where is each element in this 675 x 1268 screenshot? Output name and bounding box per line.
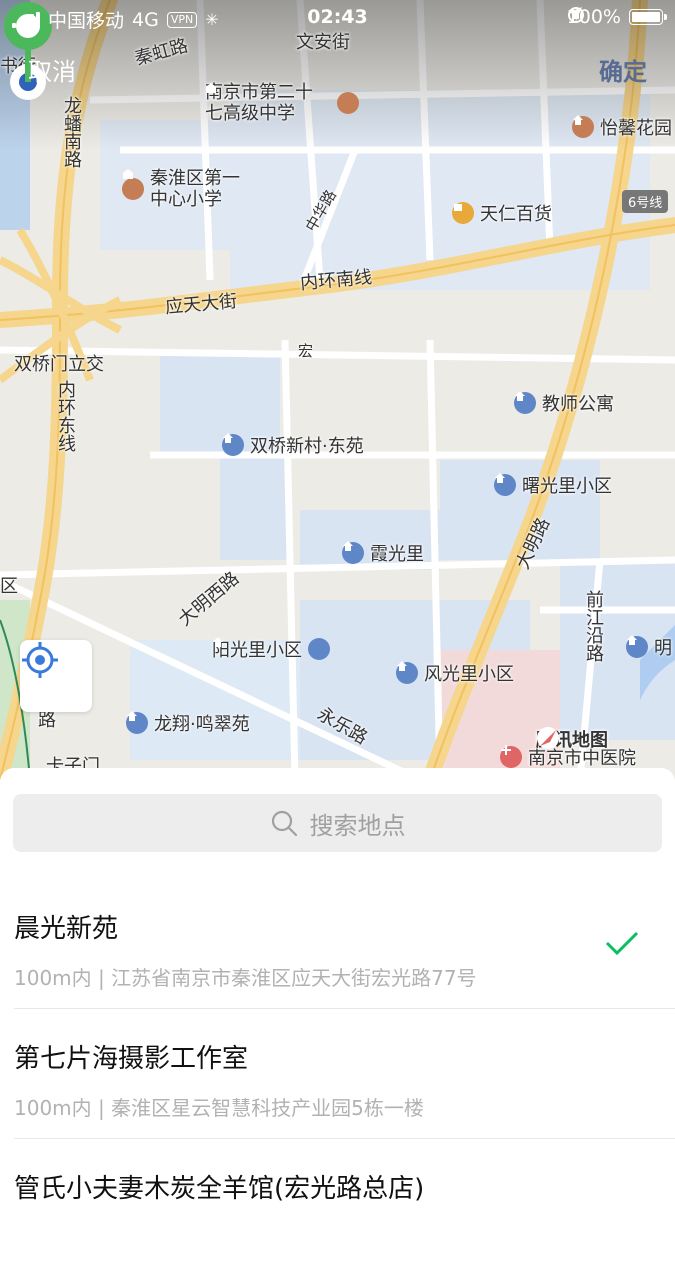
- location-name: 晨光新苑: [14, 914, 119, 944]
- school-icon: [122, 169, 144, 200]
- location-result-item[interactable]: 晨光新苑 100m内 | 江苏省南京市秦淮区应天大街宏光路77号: [0, 878, 675, 1008]
- house-icon: [626, 635, 648, 658]
- map-view[interactable]: 秦虹路 文安街 龙蟠南路 中华路 应天大街 内环南线 双桥门立交 内环东线 大明…: [0, 0, 675, 780]
- metro-line-badge: 6号线: [622, 190, 669, 213]
- checkmark-icon: [605, 931, 639, 956]
- road-label: 宏: [298, 342, 314, 360]
- search-placeholder: 搜索地点: [309, 811, 406, 840]
- road-label: 双桥门立交: [14, 354, 104, 375]
- road-label: 区: [0, 576, 18, 597]
- house-icon: [494, 473, 516, 496]
- poi-residential[interactable]: 风光里小区: [396, 660, 514, 686]
- location-address: 100m内 | 秦淮区星云智慧科技产业园5栋一楼: [14, 1096, 424, 1120]
- map-provider-logo: 腾讯地图: [536, 726, 608, 752]
- location-name: 管氏小夫妻木炭全羊馆(宏光路总店): [14, 1174, 425, 1204]
- road-label: 内环东线: [55, 380, 76, 452]
- house-icon: [342, 541, 364, 564]
- status-bar: 中国移动 4G VPN ✳ 02:43 100%: [0, 0, 675, 34]
- house-icon: [572, 115, 594, 138]
- orientation-lock-icon: [567, 7, 584, 23]
- road-label: 前江沿路: [583, 590, 604, 662]
- search-input[interactable]: 搜索地点: [13, 794, 662, 852]
- battery-icon: [629, 9, 667, 25]
- poi-residential[interactable]: 怡馨花园: [572, 114, 672, 140]
- poi-residential[interactable]: 明: [626, 634, 672, 660]
- shopping-bag-icon: [452, 202, 474, 224]
- poi-school[interactable]: 秦淮区第一中心小学: [122, 168, 254, 210]
- poi-residential[interactable]: 龙翔·鸣翠苑: [126, 710, 250, 736]
- house-icon: [222, 433, 244, 456]
- location-result-item[interactable]: 管氏小夫妻木炭全羊馆(宏光路总店): [0, 1138, 675, 1268]
- location-name: 第七片海摄影工作室: [14, 1044, 249, 1074]
- poi-residential[interactable]: 教师公寓: [514, 390, 614, 416]
- poi-residential[interactable]: 霞光里: [342, 540, 424, 566]
- house-icon: [213, 637, 330, 660]
- house-icon: [396, 661, 418, 684]
- house-icon: [514, 391, 536, 414]
- cancel-button[interactable]: 取消: [28, 52, 76, 87]
- house-icon: [126, 711, 148, 734]
- location-result-item[interactable]: 第七片海摄影工作室 100m内 | 秦淮区星云智慧科技产业园5栋一楼: [0, 1008, 675, 1138]
- school-icon: [206, 83, 359, 114]
- poi-school[interactable]: 南京市第二十七高级中学: [205, 82, 359, 124]
- poi-residential[interactable]: 曙光里小区: [494, 472, 612, 498]
- poi-residential[interactable]: 阳光里小区: [212, 636, 330, 662]
- poi-residential[interactable]: 双桥新村·东苑: [222, 432, 364, 458]
- locate-me-button[interactable]: [20, 640, 92, 712]
- crosshair-icon: [22, 642, 58, 678]
- location-address: 100m内 | 江苏省南京市秦淮区应天大街宏光路77号: [14, 966, 477, 990]
- confirm-button[interactable]: 确定: [599, 52, 647, 87]
- road-label: 龙蟠南路: [61, 96, 82, 168]
- location-list-sheet: 搜索地点 晨光新苑 100m内 | 江苏省南京市秦淮区应天大街宏光路77号 第七…: [0, 768, 675, 1204]
- search-icon: [271, 810, 297, 837]
- compass-logo-icon: [537, 727, 559, 749]
- hospital-icon: [500, 745, 522, 768]
- poi-store[interactable]: 天仁百货: [452, 200, 552, 226]
